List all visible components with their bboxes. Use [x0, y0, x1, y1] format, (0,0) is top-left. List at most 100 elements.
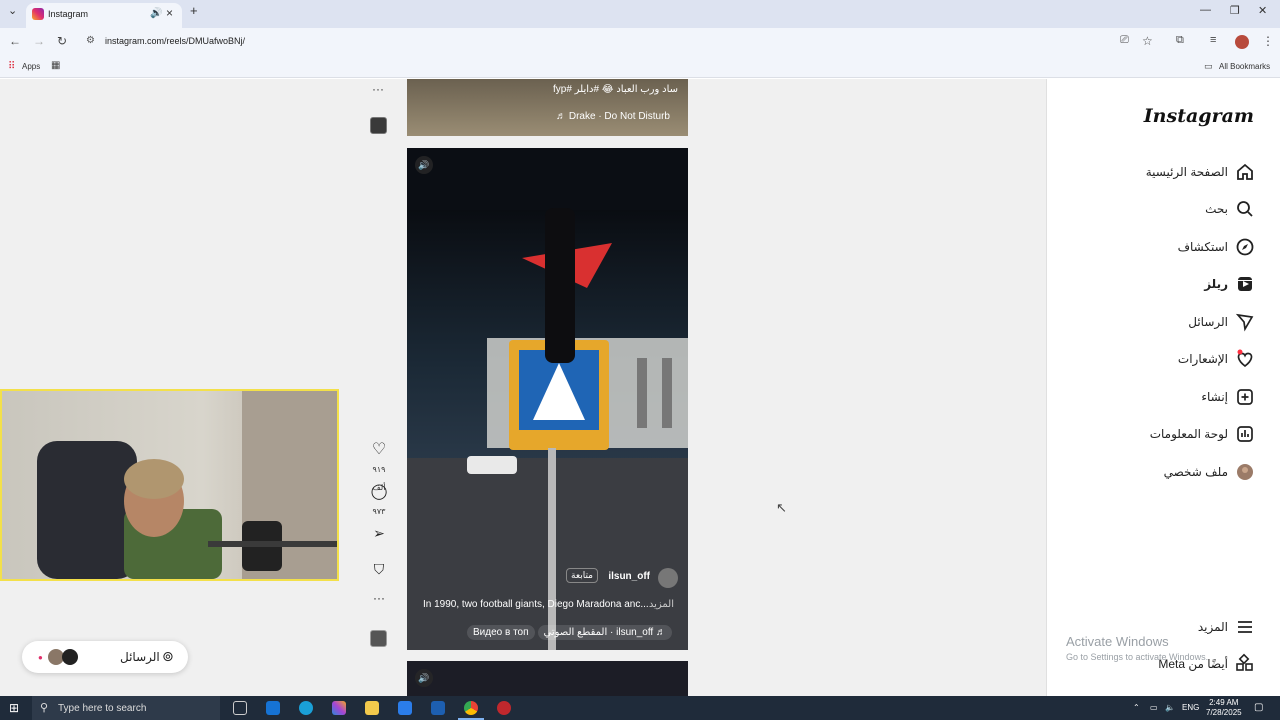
new-tab-button[interactable]: + [190, 3, 198, 18]
speaker-icon[interactable]: 🔊 [150, 8, 162, 19]
network-icon[interactable]: ▭ [1150, 703, 1158, 712]
search-placeholder: Type here to search [58, 703, 147, 714]
browser-tab[interactable]: Instagram 🔊 × [26, 3, 182, 28]
minimize-icon[interactable]: — [1200, 4, 1211, 16]
sound-toggle-icon[interactable]: 🔊 [415, 156, 433, 174]
tab-title: Instagram [48, 9, 89, 19]
volume-icon[interactable]: 🔈 [1165, 703, 1175, 712]
kebab-menu-icon[interactable]: ⋮ [1262, 34, 1274, 48]
sidebar-item-label: استكشاف [1177, 240, 1228, 254]
sidebar-item-label: ملف شخصي [1163, 465, 1228, 479]
bookmark-star-icon[interactable]: ☆ [1142, 34, 1153, 48]
copilot-icon[interactable] [332, 701, 346, 715]
meta-apps-icon [1234, 653, 1256, 675]
search-icon [1234, 198, 1256, 220]
sidebar-item-label: ريلز [1204, 277, 1228, 291]
share-icon[interactable]: ➢ [366, 525, 392, 542]
activate-subtitle: Go to Settings to activate Windows. [1066, 652, 1209, 662]
clock-time: 2:49 AM [1209, 698, 1239, 707]
reel-location-chip[interactable]: Видео в топ [467, 625, 535, 640]
messages-pill[interactable]: ● الرسائل ⊚ [22, 641, 188, 673]
webcam-feed [37, 391, 337, 579]
sidebar-item-dashboard[interactable]: لوحة المعلومات [1046, 417, 1280, 453]
folder-icon: ▭ [1204, 61, 1213, 71]
language-indicator[interactable]: ENG [1182, 703, 1199, 712]
activate-windows-watermark: Activate Windows Go to Settings to activ… [1066, 634, 1208, 662]
windows-taskbar: ⊞ ⚲ Type here to search ⌃ ▭ 🔈 ENG 2:49 A… [0, 696, 1280, 720]
instagram-logo[interactable]: Instagram [1144, 105, 1254, 127]
tab-groups-icon[interactable]: ▦ [51, 60, 60, 71]
menu-icon [1234, 616, 1256, 638]
reel-current[interactable]: 🔊 ilsun_off متابعة In 1990, two football… [407, 148, 688, 650]
edge-icon[interactable] [299, 701, 313, 715]
all-bookmarks[interactable]: All Bookmarks [1219, 62, 1270, 71]
messenger-icon: ⊚ [162, 648, 174, 664]
tray-chevron-icon[interactable]: ⌃ [1133, 703, 1140, 712]
sidebar-item-plus[interactable]: إنشاء [1046, 380, 1280, 416]
search-icon: ⚲ [40, 702, 49, 714]
sidebar-item-reels[interactable]: ريلز [1046, 267, 1280, 303]
notifications-icon[interactable]: ▢ [1254, 702, 1263, 713]
messages-label: الرسائل [120, 650, 160, 664]
compass-icon [1234, 236, 1256, 258]
follow-button[interactable]: متابعة [566, 568, 598, 583]
comment-button[interactable]: ◯ ٩٧٣ [366, 482, 392, 519]
back-icon[interactable]: ← [9, 34, 21, 48]
comment-icon[interactable]: ◯ [371, 483, 388, 500]
sidebar-item-compass[interactable]: استكشاف [1046, 230, 1280, 266]
restore-icon[interactable]: ❐ [1230, 4, 1240, 17]
start-icon[interactable]: ⊞ [9, 701, 19, 715]
apps-grid-icon[interactable]: ⠿ [8, 61, 15, 72]
profile-avatar-icon[interactable] [1235, 35, 1249, 49]
sidebar-item-search[interactable]: بحث [1046, 192, 1280, 228]
clock[interactable]: 2:49 AM 7/28/2025 [1206, 698, 1242, 718]
sidebar-item-home[interactable]: الصفحة الرئيسية [1046, 155, 1280, 191]
defender-icon[interactable] [431, 701, 445, 715]
apps-bookmark[interactable]: Apps [22, 62, 40, 71]
address-bar[interactable]: ⚙ instagram.com/reels/DMUafwoBNj/ [80, 30, 1170, 54]
send-icon [1234, 311, 1256, 333]
avatar-icon [1234, 461, 1256, 483]
home-icon [1234, 161, 1256, 183]
see-more-link[interactable]: المزيد [649, 599, 674, 610]
more-label: المزيد [1197, 620, 1228, 634]
reload-icon[interactable]: ↻ [57, 34, 67, 48]
site-info-icon[interactable]: ⚙ [86, 35, 95, 46]
close-window-icon[interactable]: ✕ [1258, 4, 1267, 17]
reel-next[interactable]: 🔊 [407, 661, 688, 696]
author-username[interactable]: ilsun_off [608, 571, 650, 582]
task-view-icon[interactable] [233, 701, 247, 715]
extensions-icon[interactable]: ⧉ [1176, 34, 1184, 47]
reel-previous[interactable]: ساد ورب العباد 😂 #دايلر #fyp Drake · Do … [407, 79, 688, 136]
reel-audio-chip[interactable]: ♬ ilsun_off · المقطع الصوتي [537, 625, 672, 640]
more-options-icon[interactable]: ··· [366, 591, 392, 605]
close-tab-icon[interactable]: × [166, 6, 173, 20]
tab-search-icon[interactable]: ⌄ [8, 4, 17, 17]
obs-icon[interactable] [497, 701, 511, 715]
instagram-sidebar: Instagram الصفحة الرئيسية بحث استكشاف ريلز ا… [1046, 79, 1280, 696]
audio-thumbnail[interactable] [370, 630, 387, 647]
store-icon[interactable] [398, 701, 412, 715]
sidebar-item-heart[interactable]: الإشعارات [1046, 342, 1280, 378]
chrome-icon[interactable] [464, 701, 478, 715]
forward-icon[interactable]: → [33, 34, 45, 48]
sound-toggle-icon[interactable]: 🔊 [415, 669, 433, 687]
sidebar-item-label: الإشعارات [1177, 352, 1228, 366]
comment-count: ٩٧٣ [372, 507, 386, 516]
webcam-overlay [0, 389, 339, 581]
save-icon[interactable]: ⛉ [366, 561, 392, 578]
sidebar-item-label: الصفحة الرئيسية [1145, 165, 1228, 179]
plus-icon [1234, 386, 1256, 408]
author-avatar[interactable] [658, 568, 678, 588]
audio-thumbnail[interactable] [370, 117, 387, 134]
more-options-icon[interactable]: ··· [372, 82, 384, 96]
file-explorer-icon[interactable] [365, 701, 379, 715]
install-app-icon[interactable]: ⎚ [1120, 34, 1129, 47]
reel-music[interactable]: Drake · Do Not Disturb ♬ [556, 111, 670, 122]
outlook-icon[interactable] [266, 701, 280, 715]
heart-icon[interactable]: ♡ [372, 441, 386, 458]
media-controls-icon[interactable]: ≡ [1210, 34, 1216, 46]
taskbar-search[interactable]: ⚲ Type here to search [32, 696, 220, 720]
sidebar-item-avatar[interactable]: ملف شخصي [1046, 455, 1280, 491]
sidebar-item-send[interactable]: الرسائل [1046, 305, 1280, 341]
